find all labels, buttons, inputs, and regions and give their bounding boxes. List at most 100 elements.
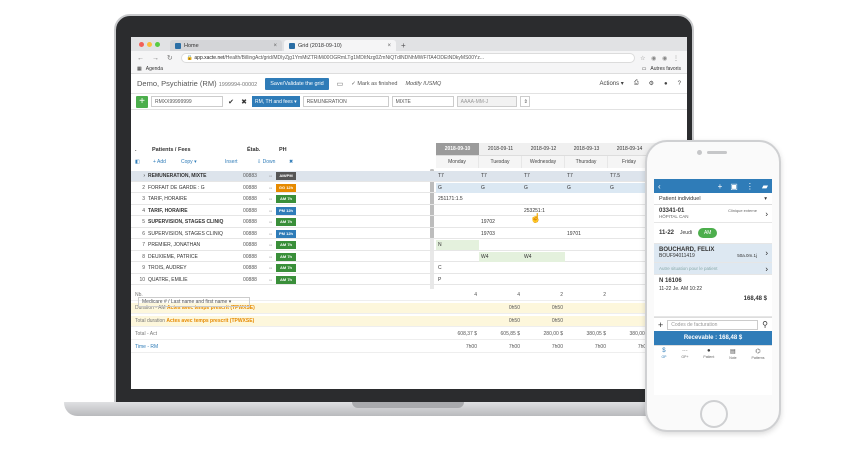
- situation-row[interactable]: Autre situation pour le patient ›: [654, 263, 772, 275]
- row-name[interactable]: SUPERVISION, STAGES CLINIQ: [148, 229, 242, 239]
- nav-arrows-icon[interactable]: ← → ↻: [137, 54, 176, 62]
- close-tab-icon[interactable]: ×: [273, 43, 277, 49]
- ramq-input[interactable]: RMXX99999999: [151, 96, 223, 107]
- row-etab[interactable]: 00888: [243, 252, 269, 262]
- grid-cell[interactable]: [479, 206, 522, 216]
- period-am-button[interactable]: AM: [698, 228, 718, 238]
- grid-cell[interactable]: [522, 229, 565, 239]
- table-row[interactable]: 3TARIF, HORAIRE00888▭AM 7h251171:1.5: [131, 194, 687, 205]
- grid-cell[interactable]: P: [436, 275, 479, 285]
- row-etab[interactable]: 00888: [243, 229, 269, 239]
- grid-cell[interactable]: [479, 194, 522, 204]
- grid-cell[interactable]: T7: [436, 171, 479, 181]
- date-header[interactable]: 2018-09-13: [565, 143, 608, 156]
- grid-cell[interactable]: [565, 217, 608, 227]
- row-etab[interactable]: 00888: [243, 217, 269, 227]
- grid-cell[interactable]: T7: [479, 171, 522, 181]
- grid-cell[interactable]: [522, 194, 565, 204]
- grid-cell[interactable]: [565, 252, 608, 262]
- grid-cell[interactable]: [565, 275, 608, 285]
- row-name[interactable]: QUATRE, EMILIE: [148, 275, 242, 285]
- grid-cell[interactable]: [565, 206, 608, 216]
- bookmark-icon[interactable]: ◧: [135, 156, 140, 168]
- grid-cell[interactable]: [436, 217, 479, 227]
- add-icon[interactable]: +: [718, 182, 723, 191]
- table-row[interactable]: 7PREMIER, JONATHAN00888▭AM 7hNPREJ681121: [131, 240, 687, 251]
- row-etab[interactable]: 00883: [243, 171, 269, 181]
- grid-cell[interactable]: G: [565, 183, 608, 193]
- row-name[interactable]: TARIF, HORAIRE: [148, 206, 242, 216]
- bookmark-other[interactable]: Autres favoris: [650, 66, 681, 72]
- ph-badge[interactable]: GG 12h: [276, 184, 296, 192]
- table-row[interactable]: 9TROIS, AUDREY00888▭AM 7hCTROA505050: [131, 263, 687, 274]
- date-header[interactable]: 2018-09-11: [479, 143, 522, 156]
- search-icon[interactable]: ⚲: [762, 320, 768, 329]
- print-icon[interactable]: ⎙: [634, 80, 639, 87]
- chat-icon[interactable]: ▰: [762, 182, 768, 191]
- type-dropdown[interactable]: RM, TH and fees ▾: [252, 96, 300, 107]
- grid-cell[interactable]: C: [436, 263, 479, 273]
- grid-cell[interactable]: [522, 275, 565, 285]
- ph-badge[interactable]: PM 12h: [276, 207, 296, 215]
- table-row[interactable]: 6SUPERVISION, STAGES CLINIQ00888▭PM 12h1…: [131, 229, 687, 240]
- grid-cell[interactable]: T7: [565, 171, 608, 181]
- grid-cell[interactable]: W4: [479, 252, 522, 262]
- new-tab-icon[interactable]: +: [401, 40, 406, 51]
- row-etab[interactable]: 00888: [243, 183, 269, 193]
- ph-badge[interactable]: AM/PM: [276, 172, 296, 180]
- grid-cell[interactable]: 19701: [565, 229, 608, 239]
- ph-badge[interactable]: PM 12h: [276, 230, 296, 238]
- grid-cell[interactable]: N: [436, 240, 479, 250]
- grid-cell[interactable]: T7: [522, 171, 565, 181]
- more-icon[interactable]: ⋮: [746, 182, 754, 191]
- row-name[interactable]: PREMIER, JONATHAN: [148, 240, 242, 250]
- row-etab[interactable]: 00888: [243, 263, 269, 273]
- ph-badge[interactable]: AM 7h: [276, 195, 296, 203]
- save-icon[interactable]: ▣: [730, 182, 738, 191]
- date-header[interactable]: 2018-09-10: [436, 143, 479, 156]
- grid-cell[interactable]: [565, 194, 608, 204]
- cancel-icon[interactable]: ✖: [239, 98, 249, 106]
- row-etab[interactable]: 00888: [243, 206, 269, 216]
- row-etab[interactable]: 00888: [243, 275, 269, 285]
- table-row[interactable]: 10QUATRE, EMILIE00888▭AM 7hPQUAE475122: [131, 275, 687, 286]
- nav-gp-plus[interactable]: ···GP+: [681, 348, 688, 359]
- close-window-icon[interactable]: [139, 42, 144, 47]
- patient-search-select[interactable]: Medicare # / Last name and first name ▾: [138, 297, 250, 307]
- category-field[interactable]: REMUNERATION: [303, 96, 389, 107]
- grid-cell[interactable]: 19702: [479, 217, 522, 227]
- actions-menu[interactable]: Actions ▾: [599, 80, 623, 87]
- browser-tab-home[interactable]: Home ×: [170, 40, 282, 51]
- grid-cell[interactable]: G: [522, 183, 565, 193]
- grid-cell[interactable]: G: [436, 183, 479, 193]
- extensions-icon[interactable]: ☆ ◉ ◉ ⋮: [640, 55, 681, 62]
- grid-cell[interactable]: [565, 240, 608, 250]
- check-icon[interactable]: ✔: [226, 98, 236, 106]
- grid-cell[interactable]: [436, 252, 479, 262]
- grid-cell[interactable]: [522, 217, 565, 227]
- ph-badge[interactable]: AM 7h: [276, 253, 296, 261]
- add-icon[interactable]: +: [136, 96, 148, 108]
- grid-cell[interactable]: [479, 263, 522, 273]
- row-name[interactable]: FORFAIT DE GARDE : G: [148, 183, 242, 193]
- date-input[interactable]: AAAA-MM-J: [457, 96, 517, 107]
- row-name[interactable]: DEUXIEME, PATRICE: [148, 252, 242, 262]
- nav-gp[interactable]: $GP: [661, 348, 666, 359]
- table-row[interactable]: 4TARIF, HORAIRE00888▭PM 12h253251:1: [131, 206, 687, 217]
- grid-cell[interactable]: [565, 263, 608, 273]
- apps-icon[interactable]: ▦: [137, 66, 142, 72]
- billing-code-input[interactable]: Codes de facturation: [667, 320, 758, 330]
- grid-cell[interactable]: [436, 206, 479, 216]
- nav-patterns[interactable]: ⌬Patterns: [751, 348, 764, 360]
- ph-badge[interactable]: AM 7h: [276, 241, 296, 249]
- bookmark-agenda[interactable]: Agenda: [146, 66, 163, 72]
- add-code-icon[interactable]: +: [658, 320, 663, 330]
- close-tab-icon[interactable]: ×: [387, 43, 391, 49]
- visit-block[interactable]: 03341-01 Clinique externe HÔPITAL CAN ›: [654, 205, 772, 223]
- back-icon[interactable]: ‹: [658, 182, 661, 191]
- grid-cell[interactable]: [522, 263, 565, 273]
- phone-home-button[interactable]: [700, 400, 728, 428]
- row-name[interactable]: TARIF, HORAIRE: [148, 194, 242, 204]
- ph-badge[interactable]: AM 7h: [276, 218, 296, 226]
- mark-finished-button[interactable]: ✓ Mark as finished: [351, 81, 397, 87]
